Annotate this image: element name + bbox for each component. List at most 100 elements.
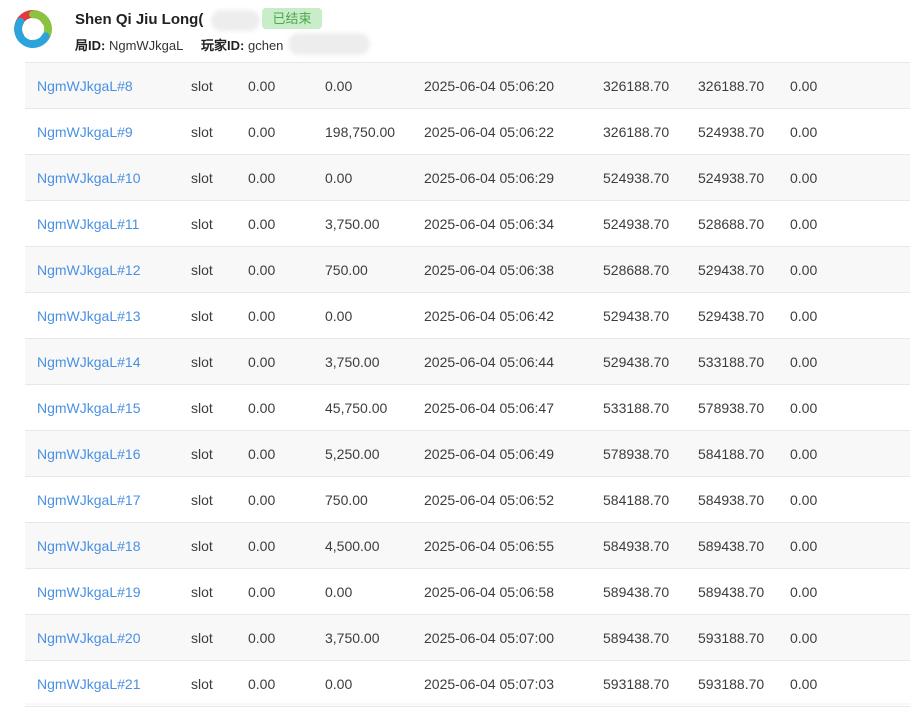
balance-before-cell: 326188.70 (603, 124, 698, 140)
game-type-cell: slot (191, 216, 248, 232)
game-type-cell: slot (191, 446, 248, 462)
win-amount-cell: 45,750.00 (325, 400, 424, 416)
table-row: NgmWJkgaL#18slot0.004,500.002025-06-04 0… (25, 523, 910, 569)
bet-cell: 0.00 (248, 124, 325, 140)
balance-after-cell: 578938.70 (698, 400, 790, 416)
bet-cell: 0.00 (248, 78, 325, 94)
balance-after-cell: 584188.70 (698, 446, 790, 462)
balance-after-cell: 529438.70 (698, 308, 790, 324)
time-cell: 2025-06-04 05:06:38 (424, 262, 603, 278)
win-amount-cell: 3,750.00 (325, 630, 424, 646)
table-row: NgmWJkgaL#12slot0.00750.002025-06-04 05:… (25, 247, 910, 293)
table-row: NgmWJkgaL#9slot0.00198,750.002025-06-04 … (25, 109, 910, 155)
win-amount-cell: 0.00 (325, 78, 424, 94)
win-amount-cell: 0.00 (325, 676, 424, 692)
table-row: NgmWJkgaL#8slot0.000.002025-06-04 05:06:… (25, 63, 910, 109)
bet-cell: 0.00 (248, 170, 325, 186)
balance-after-cell: 529438.70 (698, 262, 790, 278)
game-type-cell: slot (191, 78, 248, 94)
player-id-label: 玩家ID: (201, 38, 244, 53)
win-amount-cell: 198,750.00 (325, 124, 424, 140)
bet-cell: 0.00 (248, 308, 325, 324)
game-type-cell: slot (191, 492, 248, 508)
win-amount-cell: 0.00 (325, 308, 424, 324)
time-cell: 2025-06-04 05:06:44 (424, 354, 603, 370)
table-row: NgmWJkgaL#14slot 0.00 3,750.002025-06-04 0… (25, 339, 910, 385)
redacted-title-blur (211, 10, 260, 31)
balance-after-cell: 528688.70 (698, 216, 790, 232)
game-meta-line: 局ID: NgmWJkgaL 玩家ID: gchen (75, 35, 297, 54)
game-type-cell: slot (191, 676, 248, 692)
extra-value-cell: 0.00 (790, 170, 910, 186)
extra-value-cell: 0.00 (790, 308, 910, 324)
balance-before-cell: 584188.70 (603, 492, 698, 508)
balance-after-cell: 593188.70 (698, 630, 790, 646)
time-cell: 2025-06-04 05:06:55 (424, 538, 603, 554)
game-type-cell: slot (191, 584, 248, 600)
round-id-link[interactable]: NgmWJkgaL#16 (25, 446, 191, 462)
extra-value-cell: 0.00 (790, 78, 910, 94)
balance-before-cell: 593188.70 (603, 676, 698, 692)
round-id-link[interactable]: NgmWJkgaL#12 (25, 262, 191, 278)
table-row: NgmWJkgaL#16slot 0.00 5,250.002025-06-04 0… (25, 431, 910, 477)
balance-before-cell: 529438.70 (603, 354, 698, 370)
win-amount-cell: 5,250.00 (325, 446, 424, 462)
win-amount-cell: 0.00 (325, 170, 424, 186)
time-cell: 2025-06-04 05:06:20 (424, 78, 603, 94)
win-amount-cell: 0.00 (325, 584, 424, 600)
round-id-label: 局ID: (75, 38, 105, 53)
bet-cell: 0.00 (248, 216, 325, 232)
game-type-cell: slot (191, 400, 248, 416)
balance-after-cell: 524938.70 (698, 170, 790, 186)
table-row: NgmWJkgaL#13slot0.000.002025-06-04 05:06… (25, 293, 910, 339)
extra-value-cell: 0.00 (790, 630, 910, 646)
balance-before-cell: 528688.70 (603, 262, 698, 278)
round-id-link[interactable]: NgmWJkgaL#17 (25, 492, 191, 508)
extra-value-cell: 0.00 (790, 446, 910, 462)
round-id-link[interactable]: NgmWJkgaL#14 (25, 354, 191, 370)
game-logo-icon (10, 6, 56, 52)
balance-before-cell: 524938.70 (603, 170, 698, 186)
extra-value-cell: 0.00 (790, 584, 910, 600)
balance-after-cell: 524938.70 (698, 124, 790, 140)
table-row: NgmWJkgaL#11slot0.003,750.002025-06-04 0… (25, 201, 910, 247)
game-title: Shen Qi Jiu Long( (75, 11, 203, 28)
bet-cell: 0.00 (248, 262, 325, 278)
time-cell: 2025-06-04 05:06:42 (424, 308, 603, 324)
player-id-value: gchen (248, 38, 283, 53)
balance-after-cell: 584938.70 (698, 492, 790, 508)
round-id-link[interactable]: NgmWJkgaL#11 (25, 216, 191, 232)
extra-value-cell: 0.00 (790, 262, 910, 278)
win-amount-cell: 3,750.00 (325, 354, 424, 370)
balance-after-cell: 593188.70 (698, 676, 790, 692)
table-row: NgmWJkgaL#10slot0.000.002025-06-04 05:06… (25, 155, 910, 201)
extra-value-cell: 0.00 (790, 492, 910, 508)
time-cell: 2025-06-04 05:06:47 (424, 400, 603, 416)
round-id-link[interactable]: NgmWJkgaL#10 (25, 170, 191, 186)
extra-value-cell: 0.00 (790, 354, 910, 370)
bet-cell: 0.00 (248, 492, 325, 508)
game-type-cell: slot (191, 630, 248, 646)
round-id-link[interactable]: NgmWJkgaL#18 (25, 538, 191, 554)
game-type-cell: slot (191, 354, 248, 370)
bet-cell: 0.00 (248, 538, 325, 554)
game-type-cell: slot (191, 124, 248, 140)
round-id-link[interactable]: NgmWJkgaL#20 (25, 630, 191, 646)
win-amount-cell: 750.00 (325, 262, 424, 278)
time-cell: 2025-06-04 05:06:49 (424, 446, 603, 462)
redacted-player-blur (288, 33, 370, 55)
round-id-link[interactable]: NgmWJkgaL#9 (25, 124, 191, 140)
bet-cell: 0.00 (248, 584, 325, 600)
extra-value-cell: 0.00 (790, 538, 910, 554)
balance-after-cell: 326188.70 (698, 78, 790, 94)
round-id-link[interactable]: NgmWJkgaL#21 (25, 676, 191, 692)
table-row: NgmWJkgaL#15slot0.0045,750.002025-06-04 … (25, 385, 910, 431)
round-id-link[interactable]: NgmWJkgaL#13 (25, 308, 191, 324)
rounds-table: NgmWJkgaL#8slot0.000.002025-06-04 05:06:… (25, 62, 910, 707)
round-id-link[interactable]: NgmWJkgaL#19 (25, 584, 191, 600)
round-id-link[interactable]: NgmWJkgaL#15 (25, 400, 191, 416)
round-id-link[interactable]: NgmWJkgaL#8 (25, 78, 191, 94)
win-amount-cell: 3,750.00 (325, 216, 424, 232)
balance-before-cell: 326188.70 (603, 78, 698, 94)
balance-after-cell: 589438.70 (698, 584, 790, 600)
